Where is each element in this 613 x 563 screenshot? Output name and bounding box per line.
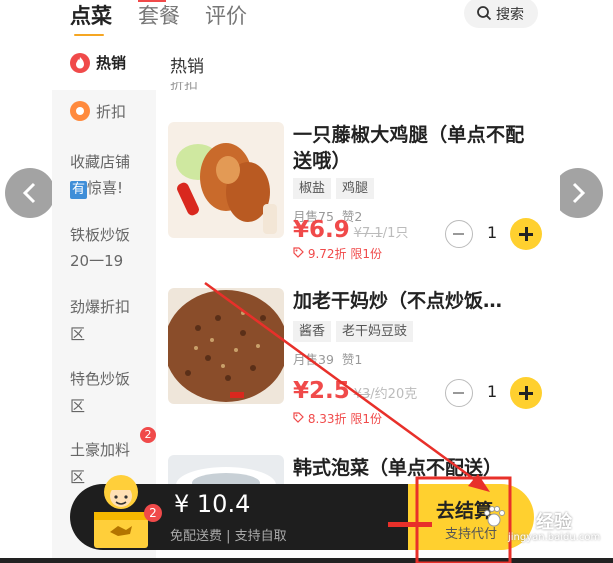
tag-icon [293,412,304,423]
dish-tags: 椒盐 鸡腿 [293,178,379,199]
dish-image-fried-rice[interactable] [168,288,284,404]
likes-count: 赞1 [341,352,363,367]
tag-icon [293,247,304,258]
sidebar-item-label: 区 [70,325,86,343]
sidebar-item-label: 铁板炒饭 [70,226,131,244]
sidebar-item-label: 热销 [96,54,127,72]
sidebar-item-label: 20一19 [70,252,124,270]
search-icon [477,6,492,21]
cart-delivery-info: 免配送费 | 支持自取 [170,529,287,544]
increase-quantity-button[interactable] [510,377,542,409]
cart-total: ¥ 10.4 [174,490,251,518]
watermark-text: 经验 [536,512,572,533]
dish-tag: 老干妈豆豉 [336,321,414,342]
discount-label: 8.33折 限1份 [293,410,382,427]
tab-bar: 点菜 套餐 评价 搜索 [52,0,560,40]
dish-meta: 月售39 赞1 [293,349,362,368]
sidebar-item-label: 劲爆折扣 [70,298,131,316]
bottom-edge [0,558,613,563]
promo-tag: 有 [70,181,88,199]
tab-order[interactable]: 点菜 [70,0,112,30]
price-unit: /1只 [382,226,409,241]
previous-arrow-button[interactable] [5,168,55,218]
dish-card[interactable]: 韩式泡菜（单点不配送） [168,455,548,485]
section-ghost-title: 折扣 [170,82,198,93]
search-button[interactable]: 搜索 [464,0,538,28]
flame-icon [70,53,90,73]
dish-name: 一只藤椒大鸡腿（单点不配送哦） [293,124,525,172]
tab-combo[interactable]: 套餐 [138,0,180,30]
increase-quantity-button[interactable] [510,218,542,250]
sidebar-item-label: 惊喜! [87,179,124,197]
sidebar-item-label: 折扣 [96,103,127,121]
section-title: 热销 [170,57,204,77]
sidebar-item-hot[interactable]: 热销 [52,40,156,90]
next-arrow-button[interactable] [553,168,603,218]
current-price: ¥6.9 [293,217,350,243]
tab-active-indicator [74,34,104,36]
dish-tag: 酱香 [293,321,332,342]
chevron-left-icon [22,182,36,204]
current-price: ¥2.5 [293,378,350,404]
cart-count-badge: 2 [144,504,162,522]
search-label: 搜索 [496,7,524,23]
quantity-value: 1 [487,223,498,242]
sidebar-item-label: 特色炒饭 [70,370,131,388]
discount-label: 9.72折 限1份 [293,245,382,262]
dish-name: 加老干妈炒（不点炒饭… [293,290,503,312]
monthly-sales: 月售39 [293,352,334,367]
sidebar-item-label: 收藏店铺 [70,153,131,171]
dish-image-chicken-leg[interactable] [168,122,284,238]
paw-logo-icon [484,506,505,527]
dish-image-kimchi[interactable] [168,455,284,485]
watermark-url: jingyan.baidu.com [508,532,601,543]
quantity-value: 1 [487,382,498,401]
dish-tag: 椒盐 [293,178,332,199]
sidebar-item-label: 土豪加料 [70,441,131,459]
decrease-quantity-button[interactable] [445,379,473,407]
original-price: ¥3 [353,387,371,402]
dish-tag: 鸡腿 [336,178,375,199]
price-unit: /约20克 [370,387,418,402]
dish-price: ¥2.5 ¥3/约20克 [293,378,417,404]
chevron-right-icon [572,182,586,204]
dish-price: ¥6.9 ¥7.1/1只 [293,217,408,243]
decrease-quantity-button[interactable] [445,220,473,248]
dish-card[interactable]: 加老干妈炒（不点炒饭… 酱香 老干妈豆豉 月售39 赞1 ¥2.5 ¥3/约20克 … [168,288,548,428]
tab-reviews[interactable]: 评价 [205,0,247,30]
sidebar-item-label: 区 [70,397,86,415]
dish-card[interactable]: 一只藤椒大鸡腿（单点不配送哦） 椒盐 鸡腿 月售75 赞2 ¥6.9 ¥7.1/1只… [168,122,548,262]
dish-name: 韩式泡菜（单点不配送） [293,457,503,479]
count-badge: 2 [140,427,156,443]
original-price: ¥7.1 [353,226,383,241]
sidebar-item-label: 区 [70,468,86,486]
discount-icon [70,101,90,121]
dish-tags: 酱香 老干妈豆豉 [293,321,418,342]
